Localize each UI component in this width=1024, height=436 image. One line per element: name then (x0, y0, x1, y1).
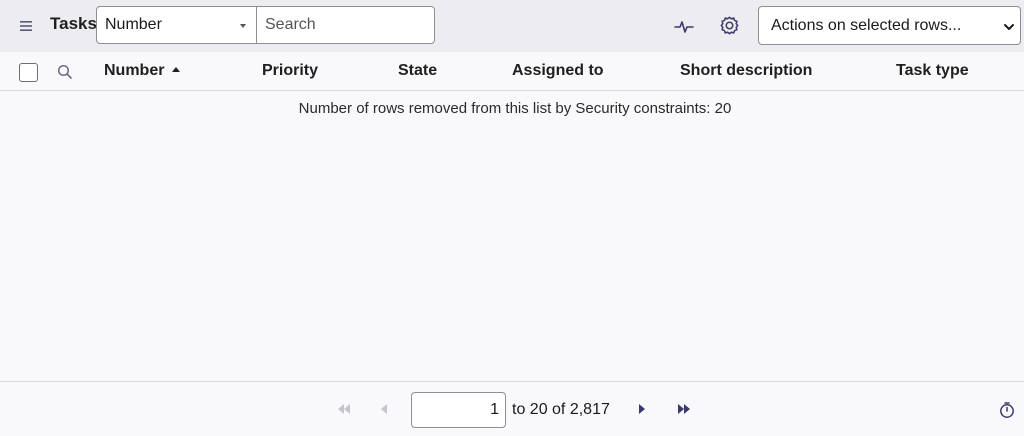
column-header-assigned-to[interactable]: Assigned to (512, 62, 604, 80)
pulse-icon[interactable] (673, 15, 695, 37)
column-header-label: State (398, 62, 438, 79)
column-header-row: Number Priority State Assigned to Short … (0, 52, 1024, 91)
column-header-label: Assigned to (512, 62, 604, 79)
first-page-icon[interactable] (336, 401, 352, 417)
page-title: Tasks (50, 14, 97, 33)
search-field-select-value: Number (105, 16, 162, 33)
search-input[interactable] (256, 6, 435, 44)
search-icon[interactable] (56, 63, 74, 81)
previous-page-icon[interactable] (380, 401, 390, 417)
list-header: Tasks Number Actions on selected rows... (0, 0, 1024, 52)
column-header-label: Priority (262, 62, 319, 79)
page-number-input[interactable] (411, 392, 506, 428)
column-header-priority[interactable]: Priority (262, 62, 318, 80)
chevron-down-icon (1004, 24, 1014, 30)
sort-ascending-icon (172, 67, 181, 72)
actions-select-value: Actions on selected rows... (771, 17, 962, 34)
last-page-icon[interactable] (676, 401, 693, 417)
select-all-checkbox[interactable] (19, 63, 38, 82)
column-header-label: Number (104, 62, 165, 79)
gear-icon[interactable] (718, 14, 741, 37)
actions-select[interactable]: Actions on selected rows... (758, 6, 1021, 45)
column-header-task-type[interactable]: Task type (896, 62, 969, 80)
column-header-number[interactable]: Number (104, 62, 181, 80)
caret-down-icon (240, 24, 246, 28)
menu-icon[interactable] (18, 17, 36, 35)
pagination-range: to 20 of 2,817 (512, 401, 610, 418)
column-header-label: Short description (680, 62, 813, 79)
pagination-bar: to 20 of 2,817 (0, 381, 1024, 436)
column-header-state[interactable]: State (398, 62, 437, 80)
security-constraints-message: Number of rows removed from this list by… (298, 100, 732, 117)
column-header-label: Task type (896, 62, 969, 79)
next-page-icon[interactable] (637, 401, 647, 417)
column-header-short-description[interactable]: Short description (680, 62, 812, 80)
search-field-select[interactable]: Number (96, 6, 257, 44)
timer-icon[interactable] (998, 401, 1016, 419)
